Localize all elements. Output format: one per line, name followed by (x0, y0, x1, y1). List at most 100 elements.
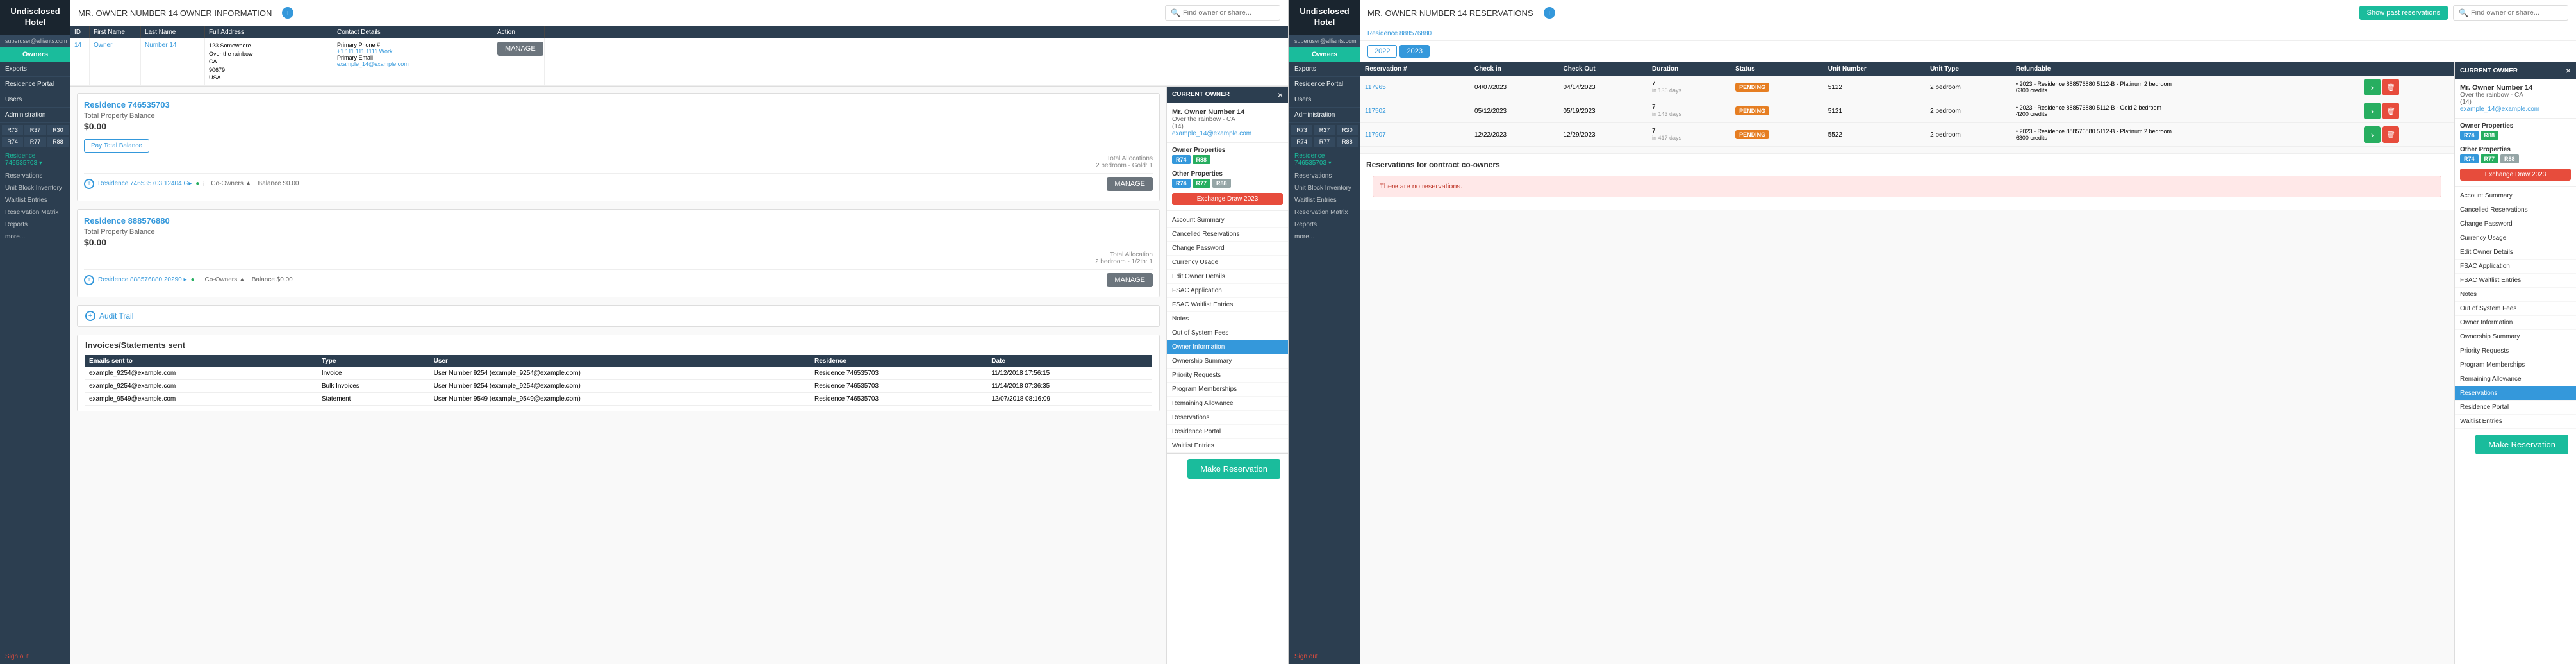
rp-reservations-1[interactable]: Reservations (1167, 411, 1288, 425)
rp-out-of-system-1[interactable]: Out of System Fees (1167, 326, 1288, 340)
grid-r73-2[interactable]: R73 (1291, 125, 1312, 135)
manage-btn-res-2[interactable]: MANAGE (1107, 273, 1153, 287)
res-trash-btn-1[interactable]: 🗑 (2382, 79, 2399, 95)
rp-priority-1[interactable]: Priority Requests (1167, 369, 1288, 383)
tag-other-r77-1[interactable]: R77 (1193, 179, 1211, 188)
sidebar-exports-2[interactable]: Exports (1289, 62, 1360, 77)
rp-waitlist-2[interactable]: Waitlist Entries (2455, 415, 2576, 429)
rp-residence-portal-1[interactable]: Residence Portal (1167, 425, 1288, 439)
year-tab-2022[interactable]: 2022 (1367, 45, 1397, 58)
res-link-2[interactable]: 117502 (1365, 108, 1386, 115)
rp-cancelled-res-1[interactable]: Cancelled Reservations (1167, 228, 1288, 242)
sidebar-residence-label-1[interactable]: Residence 746535703 ▾ (0, 149, 70, 170)
rp-currency-2[interactable]: Currency Usage (2455, 231, 2576, 245)
rp-fsac-waitlist-1[interactable]: FSAC Waitlist Entries (1167, 298, 1288, 312)
tag-other-r88-1[interactable]: R88 (1212, 179, 1231, 188)
rp-priority-2[interactable]: Priority Requests (2455, 344, 2576, 358)
tag-other-r88-2[interactable]: R88 (2500, 154, 2519, 163)
rp-ownership-summary-1[interactable]: Ownership Summary (1167, 354, 1288, 369)
grid-r74[interactable]: R74 (2, 137, 23, 147)
sidebar-exports-1[interactable]: Exports (0, 62, 70, 77)
res-arrow-btn-1[interactable]: › (2364, 79, 2381, 95)
manage-btn-res-1[interactable]: MANAGE (1107, 177, 1153, 191)
info-icon-2[interactable]: i (1544, 7, 1555, 19)
grid-r88-2[interactable]: R88 (1337, 137, 1358, 147)
rp-remaining-1[interactable]: Remaining Allowance (1167, 397, 1288, 411)
res-link-1[interactable]: 117965 (1365, 84, 1386, 91)
owners-section-2[interactable]: Owners (1289, 47, 1360, 62)
grid-r30[interactable]: R30 (47, 125, 69, 135)
grid-r30-2[interactable]: R30 (1337, 125, 1358, 135)
sidebar-sub-reservations-2[interactable]: Reservations (1289, 170, 1360, 182)
sidebar-sub-reports-1[interactable]: Reports (0, 219, 70, 231)
sidebar-sub-waitlist-2[interactable]: Waitlist Entries (1289, 194, 1360, 206)
rp-change-pass-1[interactable]: Change Password (1167, 242, 1288, 256)
sidebar-sub-reservations-1[interactable]: Reservations (0, 170, 70, 182)
sidebar-administration-1[interactable]: Administration (0, 108, 70, 123)
sidebar-users-1[interactable]: Users (0, 92, 70, 108)
sidebar-sub-reports-2[interactable]: Reports (1289, 219, 1360, 231)
grid-r88[interactable]: R88 (47, 137, 69, 147)
rp-remaining-2[interactable]: Remaining Allowance (2455, 372, 2576, 386)
year-tab-2023[interactable]: 2023 (1399, 45, 1429, 58)
grid-r37-2[interactable]: R37 (1314, 125, 1335, 135)
pay-total-btn-1[interactable]: Pay Total Balance (84, 139, 149, 153)
rp-program-1[interactable]: Program Memberships (1167, 383, 1288, 397)
sidebar-sub-more-2[interactable]: more... (1289, 231, 1360, 243)
res-trash-btn-3[interactable]: 🗑 (2382, 126, 2399, 143)
res-arrow-btn-3[interactable]: › (2364, 126, 2381, 143)
rp-change-pass-2[interactable]: Change Password (2455, 217, 2576, 231)
grid-r74-2[interactable]: R74 (1291, 137, 1312, 147)
sidebar-residence-portal-2[interactable]: Residence Portal (1289, 77, 1360, 92)
residence-link-1[interactable]: Residence 746535703 12404 G▸ (98, 180, 192, 187)
grid-r77-2[interactable]: R77 (1314, 137, 1335, 147)
rp-edit-owner-1[interactable]: Edit Owner Details (1167, 270, 1288, 284)
make-reservation-btn-1[interactable]: Make Reservation (1187, 459, 1280, 479)
sidebar-administration-2[interactable]: Administration (1289, 108, 1360, 123)
search-bar-1[interactable]: 🔍 (1165, 5, 1280, 21)
residence-link-2[interactable]: Residence 888576880 20290 ▸ (98, 276, 186, 283)
tag-r88-2[interactable]: R88 (2481, 131, 2499, 140)
search-input-2[interactable] (2471, 9, 2563, 17)
search-bar-2[interactable]: 🔍 (2453, 5, 2568, 21)
rp-out-of-system-2[interactable]: Out of System Fees (2455, 302, 2576, 316)
rp-ownership-summary-2[interactable]: Ownership Summary (2455, 330, 2576, 344)
tag-r74-1[interactable]: R74 (1172, 155, 1191, 164)
info-icon-1[interactable]: i (282, 7, 293, 19)
rp-fsac-waitlist-2[interactable]: FSAC Waitlist Entries (2455, 274, 2576, 288)
owners-section-1[interactable]: Owners (0, 47, 70, 62)
rp-account-summary-2[interactable]: Account Summary (2455, 189, 2576, 203)
close-icon-1[interactable]: × (1278, 90, 1283, 100)
grid-r37[interactable]: R37 (24, 125, 45, 135)
rp-owner-info-1[interactable]: Owner Information (1167, 340, 1288, 354)
res-arrow-btn-2[interactable]: › (2364, 103, 2381, 119)
sidebar-sub-waitlist-1[interactable]: Waitlist Entries (0, 194, 70, 206)
grid-r77[interactable]: R77 (24, 137, 45, 147)
rp-owner-info-2[interactable]: Owner Information (2455, 316, 2576, 330)
rp-fsac-app-1[interactable]: FSAC Application (1167, 284, 1288, 298)
tag-r88-1[interactable]: R88 (1193, 155, 1211, 164)
tag-other-r74-1[interactable]: R74 (1172, 179, 1191, 188)
exchange-btn-2[interactable]: Exchange Draw 2023 (2460, 169, 2571, 181)
manage-btn-1[interactable]: MANAGE (497, 42, 543, 56)
sidebar-sub-matrix-2[interactable]: Reservation Matrix (1289, 206, 1360, 219)
sidebar-sub-more-1[interactable]: more... (0, 231, 70, 243)
sign-out-2[interactable]: Sign out (1289, 649, 1360, 664)
rp-edit-owner-2[interactable]: Edit Owner Details (2455, 245, 2576, 260)
sidebar-residence-portal-1[interactable]: Residence Portal (0, 77, 70, 92)
rp-currency-1[interactable]: Currency Usage (1167, 256, 1288, 270)
sidebar-sub-unit-block-2[interactable]: Unit Block Inventory (1289, 182, 1360, 194)
sidebar-sub-matrix-1[interactable]: Reservation Matrix (0, 206, 70, 219)
sidebar-sub-unit-block-1[interactable]: Unit Block Inventory (0, 182, 70, 194)
res-trash-btn-2[interactable]: 🗑 (2382, 103, 2399, 119)
rp-waitlist-1[interactable]: Waitlist Entries (1167, 439, 1288, 453)
residence-link-bar-2[interactable]: Residence 888576880 (1367, 30, 1432, 37)
make-reservation-btn-2[interactable]: Make Reservation (2475, 435, 2568, 454)
tag-other-r74-2[interactable]: R74 (2460, 154, 2479, 163)
grid-r73[interactable]: R73 (2, 125, 23, 135)
sidebar-users-2[interactable]: Users (1289, 92, 1360, 108)
search-input-1[interactable] (1183, 9, 1275, 17)
show-past-btn-2[interactable]: Show past reservations (2359, 6, 2448, 20)
rp-notes-1[interactable]: Notes (1167, 312, 1288, 326)
rp-program-2[interactable]: Program Memberships (2455, 358, 2576, 372)
